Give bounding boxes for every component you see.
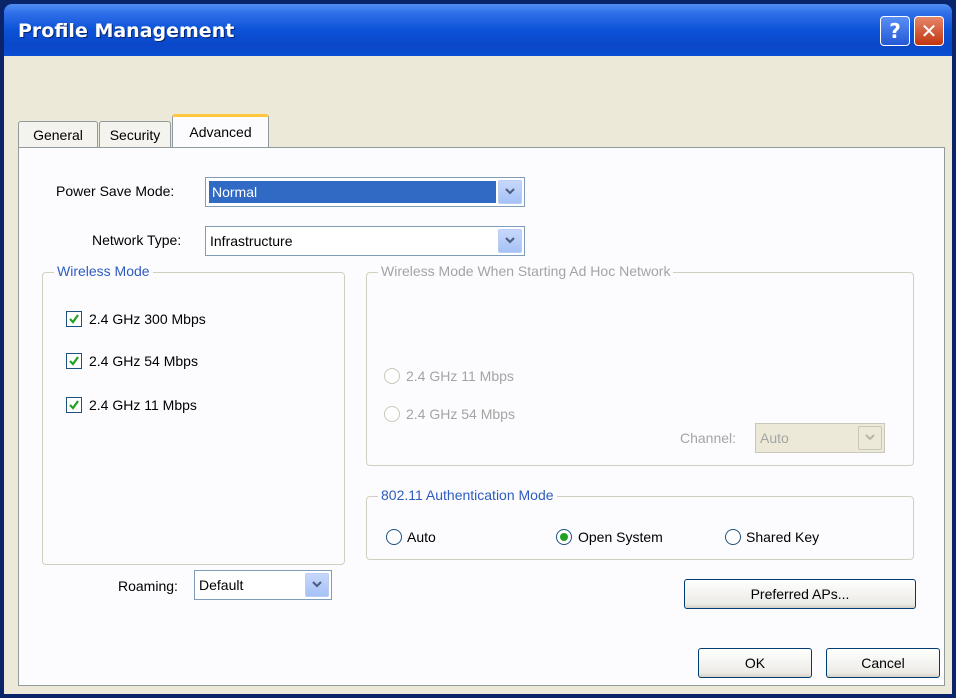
radio-adhoc-54mbps[interactable] bbox=[384, 406, 400, 422]
channel-select[interactable]: Auto bbox=[755, 423, 885, 453]
network-type-label: Network Type: bbox=[92, 232, 182, 248]
checkmark-icon bbox=[69, 314, 79, 324]
tab-advanced[interactable]: Advanced bbox=[172, 114, 269, 147]
roaming-label: Roaming: bbox=[118, 578, 178, 594]
checkmark-icon bbox=[69, 356, 79, 366]
radio-auth-shared-key[interactable] bbox=[725, 529, 741, 545]
chevron-down-icon[interactable] bbox=[498, 180, 522, 204]
wireless-mode-title: Wireless Mode bbox=[54, 263, 153, 279]
radio-selected-dot-icon bbox=[560, 533, 568, 541]
wireless-11mbps-label: 2.4 GHz 11 Mbps bbox=[89, 397, 197, 413]
cancel-label: Cancel bbox=[861, 655, 905, 671]
checkmark-icon bbox=[69, 400, 79, 410]
channel-value: Auto bbox=[760, 430, 789, 446]
window-title: Profile Management bbox=[18, 20, 235, 42]
roaming-value: Default bbox=[199, 577, 244, 593]
channel-label: Channel: bbox=[680, 430, 737, 446]
network-type-select[interactable]: Infrastructure bbox=[205, 226, 525, 256]
auth-mode-group bbox=[366, 496, 914, 560]
wireless-300mbps-label: 2.4 GHz 300 Mbps bbox=[89, 311, 206, 327]
tab-advanced-label: Advanced bbox=[189, 124, 252, 140]
auth-open-system-label: Open System bbox=[578, 529, 663, 545]
help-icon[interactable]: ? bbox=[880, 16, 910, 46]
preferred-aps-label: Preferred APs... bbox=[750, 586, 850, 602]
radio-auth-auto[interactable] bbox=[386, 529, 402, 545]
ok-button[interactable]: OK bbox=[698, 648, 812, 678]
chevron-down-icon[interactable] bbox=[858, 426, 882, 450]
power-save-label: Power Save Mode: bbox=[56, 183, 175, 199]
title-bar[interactable]: Profile Management ? ✕ bbox=[4, 4, 952, 56]
preferred-aps-button[interactable]: Preferred APs... bbox=[684, 579, 916, 609]
chevron-down-icon[interactable] bbox=[305, 573, 329, 597]
network-type-value: Infrastructure bbox=[210, 233, 293, 249]
checkbox-300mbps[interactable] bbox=[66, 311, 82, 327]
tab-general[interactable]: General bbox=[18, 121, 98, 147]
close-icon[interactable]: ✕ bbox=[914, 16, 944, 46]
tab-general-label: General bbox=[33, 126, 83, 143]
radio-adhoc-11mbps[interactable] bbox=[384, 368, 400, 384]
auth-auto-label: Auto bbox=[407, 529, 436, 545]
auth-shared-key-label: Shared Key bbox=[746, 529, 820, 545]
adhoc-11mbps-label: 2.4 GHz 11 Mbps bbox=[406, 368, 514, 384]
chevron-down-icon[interactable] bbox=[498, 229, 522, 253]
power-save-value: Normal bbox=[209, 181, 496, 203]
wireless-54mbps-label: 2.4 GHz 54 Mbps bbox=[89, 353, 198, 369]
adhoc-54mbps-label: 2.4 GHz 54 Mbps bbox=[406, 406, 515, 422]
profile-management-window: Profile Management ? ✕ General Security … bbox=[0, 0, 956, 698]
checkbox-11mbps[interactable] bbox=[66, 397, 82, 413]
roaming-select[interactable]: Default bbox=[194, 570, 332, 600]
power-save-select[interactable]: Normal bbox=[205, 177, 525, 207]
dialog-client: General Security Advanced Power Save Mod… bbox=[4, 56, 952, 694]
tab-security[interactable]: Security bbox=[99, 121, 171, 147]
cancel-button[interactable]: Cancel bbox=[826, 648, 940, 678]
adhoc-mode-title: Wireless Mode When Starting Ad Hoc Netwo… bbox=[378, 263, 674, 279]
tab-security-label: Security bbox=[109, 126, 161, 143]
ok-label: OK bbox=[744, 655, 766, 671]
checkbox-54mbps[interactable] bbox=[66, 353, 82, 369]
radio-auth-open-system[interactable] bbox=[556, 529, 572, 545]
auth-mode-title: 802.11 Authentication Mode bbox=[378, 487, 557, 503]
